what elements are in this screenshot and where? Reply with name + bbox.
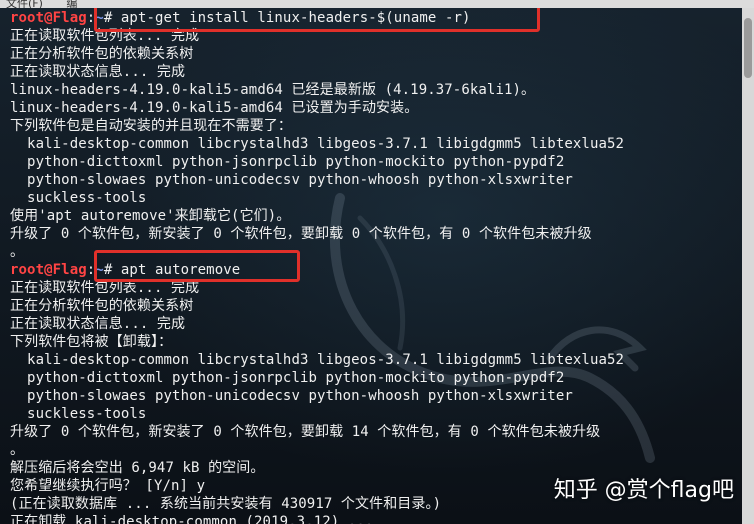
output-line: 正在读取状态信息... 完成	[10, 316, 186, 332]
output-line: 正在分析软件包的依赖关系树	[10, 46, 194, 62]
output-line: python-dicttoxml python-jsonrpclib pytho…	[10, 370, 565, 386]
watermark: 知乎 @赏个flag吧	[553, 478, 734, 503]
output-line: python-dicttoxml python-jsonrpclib pytho…	[10, 154, 565, 170]
output-line: kali-desktop-common libcrystalhd3 libgeo…	[10, 352, 625, 368]
output-line: 下列软件包是自动安装的并且现在不需要了：	[10, 118, 292, 134]
output-line: 。	[10, 442, 25, 458]
output-line: 升级了 0 个软件包，新安装了 0 个软件包，要卸载 14 个软件包，有 0 个…	[10, 424, 601, 440]
menu-edit[interactable]: 编	[60, 0, 77, 8]
output-line: 正在卸载 kali-desktop-common (2019.3.12) ...	[10, 514, 374, 524]
output-line: kali-desktop-common libcrystalhd3 libgeo…	[10, 136, 625, 152]
output-line: suckless-tools	[10, 190, 147, 206]
output-line: python-slowaes python-unicodecsv python-…	[10, 172, 573, 188]
output-line: 升级了 0 个软件包，新安装了 0 个软件包，要卸载 0 个软件包，有 0 个软…	[10, 226, 592, 242]
menu-file[interactable]: 文件(F)	[0, 0, 43, 8]
prompt-user: root@Flag	[10, 262, 87, 278]
output-line: linux-headers-4.19.0-kali5-amd64 已经是最新版 …	[10, 82, 536, 98]
output-line: linux-headers-4.19.0-kali5-amd64 已设置为手动安…	[10, 100, 419, 116]
scrollbar[interactable]	[742, 8, 754, 524]
terminal-window[interactable]: root@Flag:~# apt-get install linux-heade…	[0, 8, 742, 524]
output-line: 使用'apt autoremove'来卸载它(它们)。	[10, 208, 291, 224]
output-line: python-slowaes python-unicodecsv python-…	[10, 388, 573, 404]
menu-bar: 文件(F) 编	[0, 0, 754, 8]
output-line: 下列软件包将被【卸载】：	[10, 334, 173, 350]
highlight-box-command-2	[94, 250, 300, 282]
output-line: suckless-tools	[10, 406, 147, 422]
highlight-box-command-1	[94, 8, 540, 32]
prompt-user: root@Flag	[10, 10, 87, 26]
output-line: 正在分析软件包的依赖关系树	[10, 298, 194, 314]
output-line: 正在读取状态信息... 完成	[10, 64, 186, 80]
scrollbar-thumb[interactable]	[744, 18, 752, 78]
